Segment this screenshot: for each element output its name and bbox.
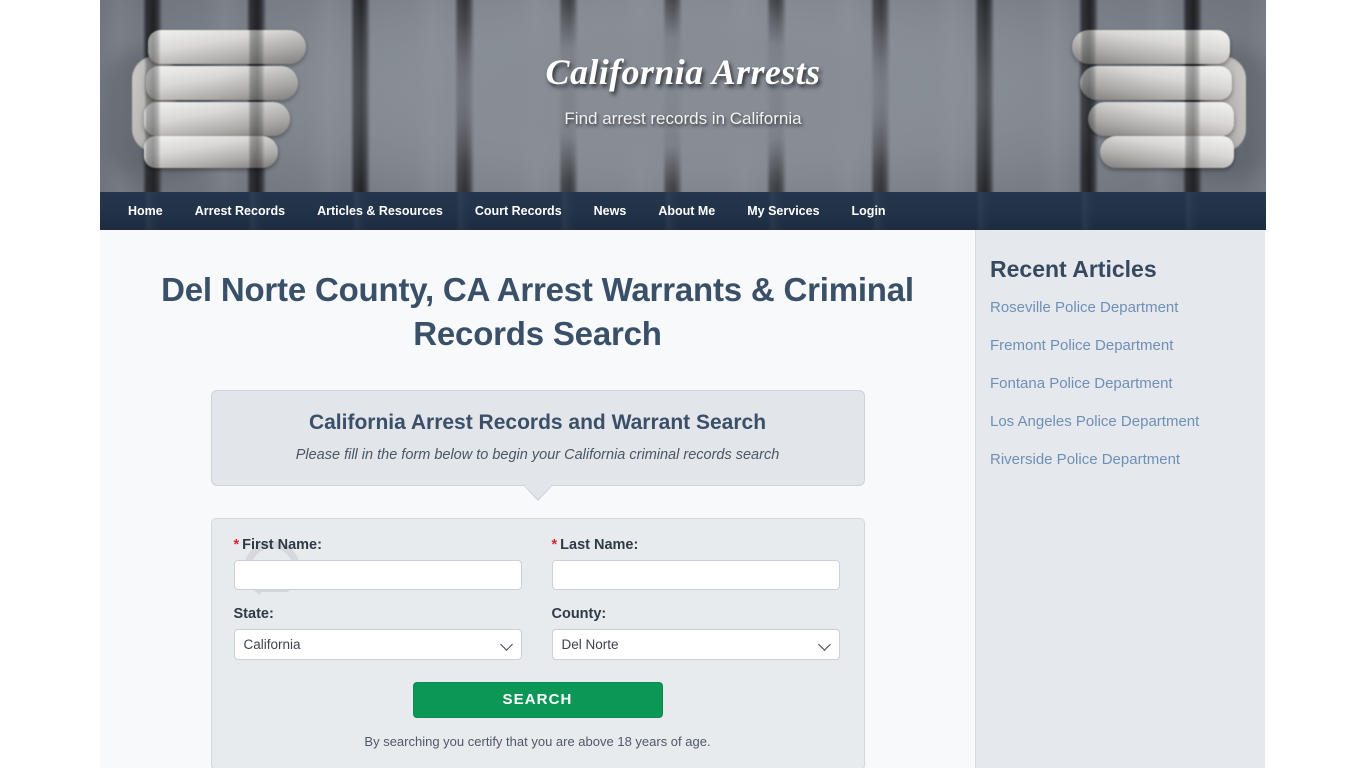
callout-arrow-icon bbox=[523, 484, 552, 499]
state-select-wrap: California bbox=[233, 628, 522, 660]
nav-item-articles-resources[interactable]: Articles & Resources bbox=[301, 196, 459, 226]
callout-heading: California Arrest Records and Warrant Se… bbox=[308, 410, 767, 434]
callout-subtext: Please fill in the form below to begin y… bbox=[295, 446, 780, 463]
sidebar-link-roseville[interactable]: Roseville Police Department bbox=[990, 299, 1265, 316]
county-label: County: bbox=[551, 605, 607, 622]
callout-box: California Arrest Records and Warrant Se… bbox=[210, 389, 865, 486]
sidebar-title: Recent Articles bbox=[990, 256, 1157, 282]
main-content: Del Norte County, CA Arrest Warrants & C… bbox=[100, 230, 976, 768]
county-select[interactable]: Del Norte bbox=[551, 628, 840, 660]
page-root: California Arrests Find arrest records i… bbox=[0, 0, 1366, 768]
search-button[interactable]: SEARCH bbox=[412, 681, 663, 718]
sidebar-link-riverside[interactable]: Riverside Police Department bbox=[990, 451, 1265, 468]
first-name-label: * First Name: bbox=[234, 537, 522, 553]
search-button-row: SEARCH bbox=[234, 681, 842, 718]
sidebar-link-fontana[interactable]: Fontana Police Department bbox=[990, 375, 1265, 392]
county-select-wrap: Del Norte bbox=[551, 628, 840, 660]
site-title: California Arrests bbox=[545, 52, 821, 92]
first-name-input[interactable] bbox=[233, 559, 522, 590]
nav-item-login[interactable]: Login bbox=[836, 196, 902, 226]
site-banner: California Arrests Find arrest records i… bbox=[100, 0, 1266, 192]
required-asterisk-first-name: * bbox=[233, 536, 240, 553]
nav-item-my-services[interactable]: My Services bbox=[731, 196, 835, 226]
search-callout: California Arrest Records and Warrant Se… bbox=[210, 389, 865, 501]
last-name-input[interactable] bbox=[551, 559, 840, 590]
last-name-label: * Last Name: bbox=[552, 537, 840, 553]
nav-item-about-me[interactable]: About Me bbox=[642, 196, 731, 226]
search-form: * First Name: * Last Name: State: Califo… bbox=[210, 517, 865, 768]
sidebar-link-fremont[interactable]: Fremont Police Department bbox=[990, 337, 1265, 354]
state-select[interactable]: California bbox=[233, 628, 522, 660]
first-name-group: * First Name: bbox=[233, 537, 522, 590]
first-name-label-text: First Name: bbox=[242, 536, 322, 553]
nav-item-arrest-records[interactable]: Arrest Records bbox=[179, 196, 301, 226]
site-container: California Arrests Find arrest records i… bbox=[100, 0, 1266, 768]
sidebar: Recent Articles Roseville Police Departm… bbox=[976, 230, 1265, 768]
main-navigation: Home Arrest Records Articles & Resources… bbox=[100, 192, 1266, 230]
state-label: State: bbox=[233, 605, 274, 622]
form-row-location: State: California County: Del Norte bbox=[233, 605, 842, 660]
last-name-label-text: Last Name: bbox=[560, 536, 639, 553]
required-asterisk-last-name: * bbox=[551, 536, 558, 553]
content-row: Del Norte County, CA Arrest Warrants & C… bbox=[100, 230, 1266, 768]
site-tagline: Find arrest records in California bbox=[564, 109, 802, 129]
state-group: State: California bbox=[233, 605, 522, 660]
county-group: County: Del Norte bbox=[551, 605, 840, 660]
nav-item-court-records[interactable]: Court Records bbox=[459, 196, 578, 226]
last-name-group: * Last Name: bbox=[551, 537, 840, 590]
form-row-names: * First Name: * Last Name: bbox=[233, 537, 842, 590]
nav-item-home[interactable]: Home bbox=[112, 196, 179, 226]
nav-item-news[interactable]: News bbox=[578, 196, 643, 226]
sidebar-link-los-angeles[interactable]: Los Angeles Police Department bbox=[990, 413, 1265, 430]
age-disclaimer: By searching you certify that you are ab… bbox=[364, 733, 711, 749]
banner-text-block: California Arrests Find arrest records i… bbox=[100, 52, 1266, 129]
page-title: Del Norte County, CA Arrest Warrants & C… bbox=[161, 271, 914, 352]
